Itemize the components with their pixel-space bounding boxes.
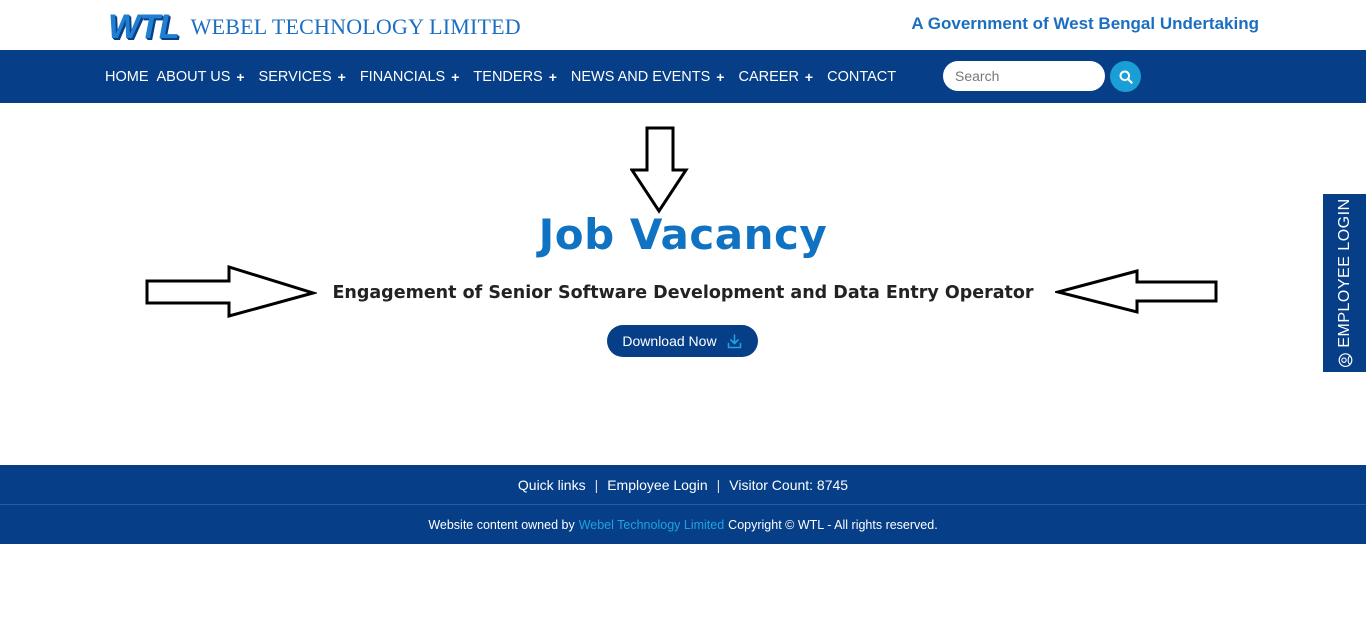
owner-link[interactable]: Webel Technology Limited — [579, 518, 724, 532]
site-logo[interactable]: WTL WEBEL TECHNOLOGY LIMITED — [108, 10, 521, 44]
nav-menu: HOME ABOUT US + SERVICES + FINANCIALS + … — [105, 50, 896, 103]
plus-icon: + — [451, 68, 460, 85]
nav-item-career[interactable]: CAREER + — [738, 69, 813, 85]
nav-item-label: FINANCIALS — [359, 68, 446, 85]
employee-login-tab-content: EMPLOYEE LOGIN — [1335, 198, 1354, 368]
user-circle-icon — [1337, 353, 1352, 368]
plus-icon: + — [804, 68, 814, 85]
nav-item-label: CONTACT — [827, 68, 897, 85]
header-tagline: A Government of West Bengal Undertaking — [911, 14, 1259, 33]
nav-item-label: ABOUT US — [156, 68, 231, 85]
employee-login-tab-label: EMPLOYEE LOGIN — [1335, 198, 1353, 348]
nav-item-home[interactable]: HOME — [105, 69, 149, 85]
copyright-suffix: Copyright © WTL - All rights reserved. — [728, 517, 938, 532]
nav-item-services[interactable]: SERVICES + — [259, 69, 346, 85]
vacancy-subtitle: Engagement of Senior Software Developmen… — [332, 283, 1034, 303]
search-icon — [1119, 70, 1133, 84]
logo-text: WEBEL TECHNOLOGY LIMITED — [190, 14, 521, 39]
employee-login-tab[interactable]: EMPLOYEE LOGIN — [1323, 194, 1366, 372]
site-footer: Quick links | Employee Login | Visitor C… — [0, 465, 1366, 544]
footer-link-employee-login[interactable]: Employee Login — [607, 477, 707, 493]
footer-separator: | — [594, 477, 599, 493]
plus-icon: + — [236, 68, 245, 85]
download-icon — [726, 333, 743, 350]
footer-copyright: Website content owned by Webel Technolog… — [0, 505, 1366, 544]
nav-item-contact[interactable]: CONTACT — [827, 69, 896, 85]
logo-mark: WTL — [108, 8, 180, 46]
arrow-down-icon — [630, 126, 689, 214]
nav-item-label: TENDERS — [473, 68, 543, 85]
search-input[interactable] — [943, 61, 1105, 91]
plus-icon: + — [548, 68, 557, 85]
footer-separator: | — [716, 477, 721, 493]
copyright-prefix: Website content owned by — [428, 517, 575, 532]
main-navbar: HOME ABOUT US + SERVICES + FINANCIALS + … — [0, 50, 1366, 103]
nav-item-label: NEWS AND EVENTS — [570, 68, 711, 85]
nav-item-label: HOME — [105, 68, 149, 85]
nav-item-news-and-events[interactable]: NEWS AND EVENTS + — [571, 69, 725, 85]
download-button-label: Download Now — [622, 333, 717, 349]
nav-item-label: SERVICES — [258, 68, 332, 85]
footer-links: Quick links | Employee Login | Visitor C… — [0, 465, 1366, 505]
site-header: WTL WEBEL TECHNOLOGY LIMITED A Governmen… — [0, 0, 1366, 50]
nav-item-tenders[interactable]: TENDERS + — [473, 69, 556, 85]
plus-icon: + — [337, 68, 346, 85]
search-button[interactable] — [1110, 61, 1141, 92]
nav-item-financials[interactable]: FINANCIALS + — [360, 69, 460, 85]
page-title: Job Vacancy — [538, 210, 828, 259]
plus-icon: + — [716, 68, 725, 85]
nav-item-label: CAREER — [738, 68, 799, 85]
visitor-count: Visitor Count: 8745 — [729, 477, 849, 493]
footer-link-quick-links[interactable]: Quick links — [518, 477, 586, 493]
download-now-button[interactable]: Download Now — [607, 325, 758, 357]
nav-item-about-us[interactable]: ABOUT US + — [157, 69, 245, 85]
